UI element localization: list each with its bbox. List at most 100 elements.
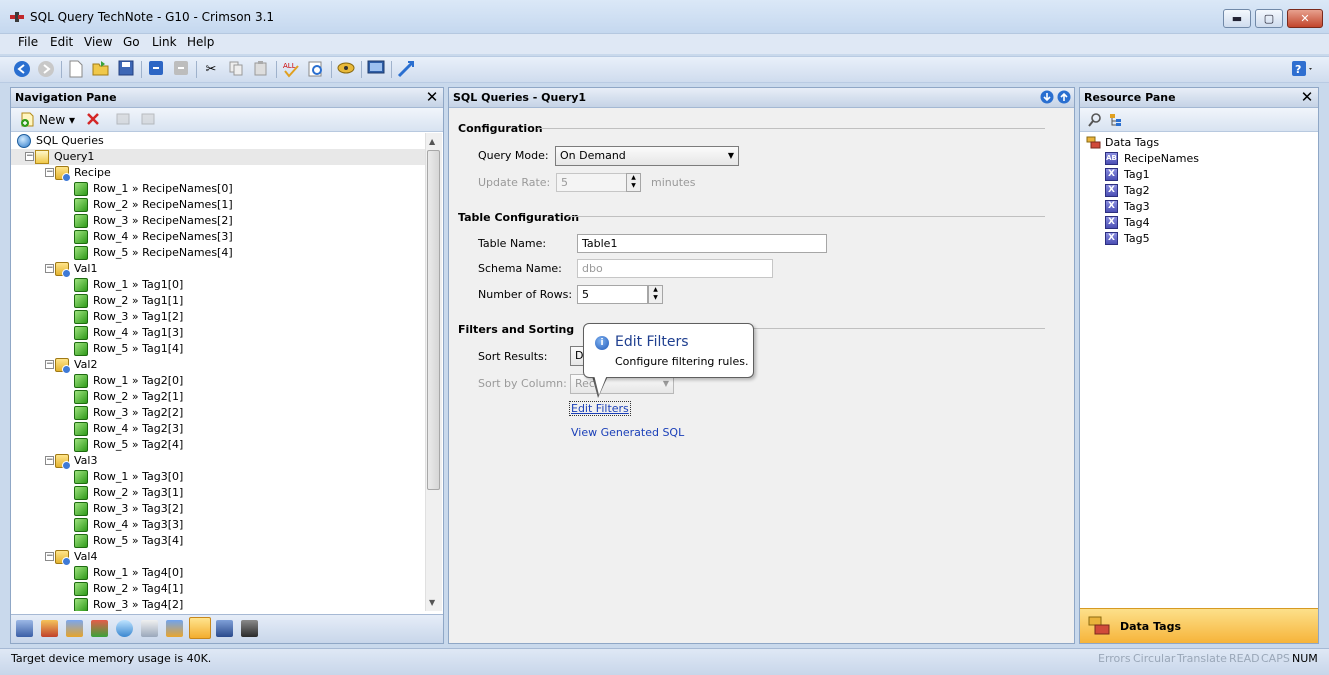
update-rate-stepper[interactable]: ▲ ▼ (626, 173, 641, 192)
tree-node[interactable]: Row_3 » Tag2[2] (11, 405, 425, 421)
menu-file[interactable]: File (18, 35, 38, 49)
web-server-icon[interactable] (91, 620, 108, 637)
close-icon[interactable]: ✕ (1299, 88, 1315, 106)
open-folder-icon[interactable] (91, 60, 111, 80)
back-icon[interactable] (12, 60, 32, 80)
update-rate-input[interactable]: 5 (556, 173, 627, 192)
resource-item[interactable]: Tag2 (1124, 184, 1150, 197)
paste-icon[interactable] (251, 60, 271, 80)
tree-scrollbar-thumb[interactable] (427, 150, 440, 490)
data-logger-icon[interactable] (116, 620, 133, 637)
tree-node[interactable]: Row_1 » Tag2[0] (11, 373, 425, 389)
resource-item[interactable]: Tag5 (1124, 232, 1150, 245)
undo-icon[interactable] (146, 60, 166, 80)
tree-node[interactable]: − Query1 (11, 149, 425, 165)
tree-node[interactable]: Row_2 » Tag3[1] (11, 485, 425, 501)
close-icon[interactable]: ✕ (424, 88, 440, 106)
search-icon[interactable] (1087, 112, 1103, 128)
collapse-icon[interactable]: − (45, 552, 54, 561)
send-icon[interactable] (396, 60, 416, 80)
collapse-icon[interactable]: − (45, 360, 54, 369)
delete-icon[interactable] (85, 111, 101, 127)
scroll-down-arrow[interactable]: ▼ (429, 598, 435, 607)
tree-node[interactable]: Row_5 » RecipeNames[4] (11, 245, 425, 261)
tree-node[interactable]: Row_4 » Tag3[3] (11, 517, 425, 533)
edit-filters-link[interactable]: Edit Filters (569, 401, 631, 416)
tree-node[interactable]: Row_1 » RecipeNames[0] (11, 181, 425, 197)
tree-node[interactable]: − Val1 (11, 261, 425, 278)
tree-node[interactable]: Row_3 » Tag3[2] (11, 501, 425, 517)
save-icon[interactable] (116, 60, 136, 80)
number-of-rows-stepper[interactable]: ▲ ▼ (648, 285, 663, 304)
data-tags-icon[interactable] (41, 620, 58, 637)
collapse-icon[interactable]: − (25, 152, 34, 161)
menu-edit[interactable]: Edit (50, 35, 73, 49)
display-pages-icon[interactable] (141, 620, 158, 637)
tree-node[interactable]: − Val3 (11, 453, 425, 470)
tree-node[interactable]: Row_3 » Tag4[2] (11, 597, 425, 611)
query-mode-select[interactable]: On Demand ▼ (555, 146, 739, 166)
minimize-button[interactable]: ▬ (1223, 9, 1251, 28)
find-icon[interactable] (306, 60, 326, 80)
close-button[interactable]: ✕ (1287, 9, 1323, 28)
resource-item[interactable]: Tag3 (1124, 200, 1150, 213)
tree-node[interactable]: − Val2 (11, 357, 425, 374)
redo-icon[interactable] (171, 60, 191, 80)
sql-queries-icon[interactable] (189, 617, 211, 639)
menu-help[interactable]: Help (187, 35, 214, 49)
help-icon[interactable]: ? (1291, 60, 1315, 80)
link-icon[interactable] (336, 60, 356, 80)
resource-item[interactable]: Tag1 (1124, 168, 1150, 181)
tree-node[interactable]: Row_2 » Tag4[1] (11, 581, 425, 597)
tree-node[interactable]: Row_4 » Tag1[3] (11, 325, 425, 341)
menu-view[interactable]: View (84, 35, 112, 49)
utilities-icon[interactable] (241, 620, 258, 637)
navigate-down-icon[interactable] (1040, 90, 1054, 104)
tree-node[interactable]: Row_1 » Tag3[0] (11, 469, 425, 485)
tree-node[interactable]: Row_1 » Tag1[0] (11, 277, 425, 293)
tree-node[interactable]: Row_2 » Tag2[1] (11, 389, 425, 405)
menu-link[interactable]: Link (152, 35, 177, 49)
tree-node[interactable]: Row_3 » RecipeNames[2] (11, 213, 425, 229)
copy-icon[interactable] (226, 60, 246, 80)
table-name-input[interactable]: Table1 (577, 234, 827, 253)
control-icon[interactable] (216, 620, 233, 637)
tree-node[interactable]: Row_2 » Tag1[1] (11, 293, 425, 309)
new-dropdown-button[interactable]: New ▾ (39, 113, 75, 127)
move-up-icon[interactable] (115, 111, 131, 127)
tree-node[interactable]: Row_5 » Tag2[4] (11, 437, 425, 453)
resource-item[interactable]: Tag4 (1124, 216, 1150, 229)
new-document-icon[interactable] (66, 60, 86, 80)
tree-node[interactable]: Row_2 » RecipeNames[1] (11, 197, 425, 213)
view-generated-sql-link[interactable]: View Generated SQL (571, 426, 684, 439)
maximize-button[interactable]: ▢ (1255, 9, 1283, 28)
tree-node[interactable]: Row_3 » Tag1[2] (11, 309, 425, 325)
tree-node[interactable]: Row_5 » Tag3[4] (11, 533, 425, 549)
tree-node[interactable]: Row_1 » Tag4[0] (11, 565, 425, 581)
collapse-icon[interactable]: − (45, 168, 54, 177)
new-item-icon[interactable] (20, 111, 36, 127)
tree-node[interactable]: − Recipe (11, 165, 425, 182)
tree-node[interactable]: Row_5 » Tag1[4] (11, 341, 425, 357)
collapse-icon[interactable]: − (45, 264, 54, 273)
navigate-up-icon[interactable] (1057, 90, 1071, 104)
schema-name-input[interactable]: dbo (577, 259, 773, 278)
security-icon[interactable] (166, 620, 183, 637)
resource-category-button[interactable] (1080, 608, 1318, 643)
tree-node[interactable]: − Val4 (11, 549, 425, 566)
spell-check-icon[interactable]: ALL (281, 60, 301, 80)
tree-node[interactable]: Row_4 » RecipeNames[3] (11, 229, 425, 245)
collapse-icon[interactable]: − (45, 456, 54, 465)
programs-icon[interactable] (66, 620, 83, 637)
communications-icon[interactable] (16, 620, 33, 637)
scroll-up-arrow[interactable]: ▲ (429, 137, 435, 146)
display-icon[interactable] (366, 60, 386, 80)
tree-node[interactable]: SQL Queries (11, 133, 425, 149)
number-of-rows-input[interactable]: 5 (577, 285, 648, 304)
data-tags-root[interactable]: Data Tags (1105, 136, 1159, 149)
forward-icon[interactable] (36, 60, 56, 80)
tree-view-icon[interactable] (1108, 112, 1124, 128)
cut-icon[interactable]: ✂ (201, 60, 221, 80)
tree-node[interactable]: Row_4 » Tag2[3] (11, 421, 425, 437)
resource-item[interactable]: RecipeNames (1124, 152, 1199, 165)
